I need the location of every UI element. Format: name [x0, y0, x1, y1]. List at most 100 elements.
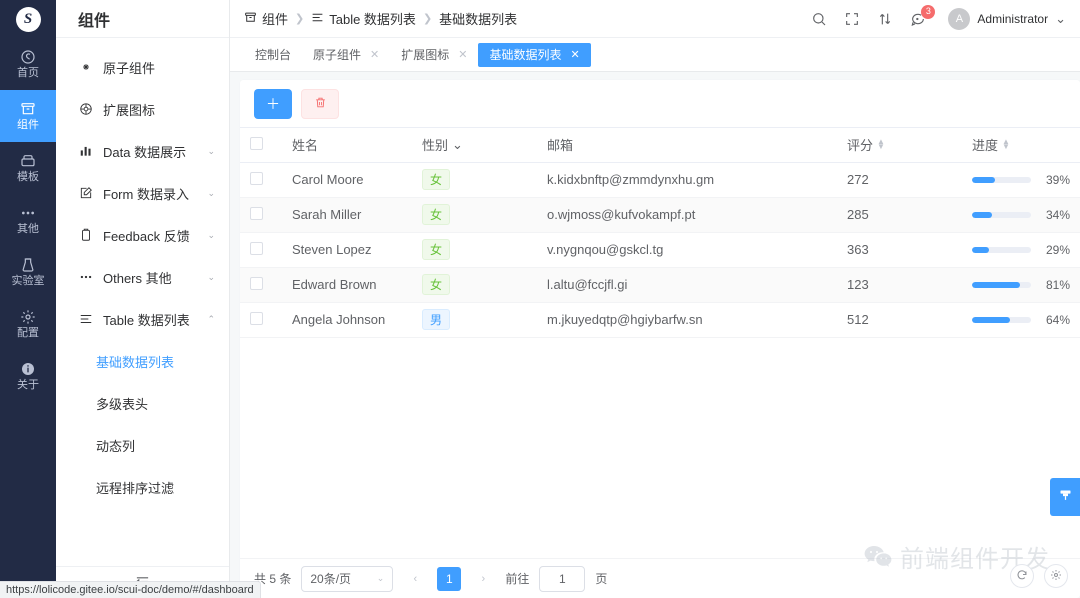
- select-all-checkbox[interactable]: [250, 136, 263, 150]
- settings-button[interactable]: [1044, 564, 1068, 588]
- row-checkbox[interactable]: [250, 311, 263, 325]
- trash-icon: [314, 96, 327, 112]
- sort-arrows-icon[interactable]: ▲ ▼: [1002, 137, 1010, 150]
- rail-item-lab[interactable]: 实验室: [0, 246, 56, 298]
- sidebar-item-data-display[interactable]: Data 数据展示 ⌄: [56, 130, 229, 172]
- lab-icon: [20, 257, 36, 273]
- table-icon: [311, 11, 324, 27]
- app-root: S 首页 组件 模板 其他 实验室 配置 关于 组件 原子组件 扩展图标 Dat…: [0, 0, 1080, 598]
- sidebar-item-table-list[interactable]: Table 数据列表 ⌃: [56, 298, 229, 340]
- rail-item-about[interactable]: 关于: [0, 350, 56, 402]
- row-select-cell: [240, 232, 282, 268]
- rail-item-settings[interactable]: 配置: [0, 298, 56, 350]
- main-area: 组件 ❯ Table 数据列表 ❯ 基础数据列表 3 A Administrat…: [230, 0, 1080, 598]
- row-checkbox[interactable]: [250, 171, 263, 185]
- cell-name: Sarah Miller: [282, 197, 412, 233]
- cell-gender: 女: [412, 162, 537, 198]
- close-icon[interactable]: ✕: [458, 48, 467, 61]
- table-row[interactable]: Carol Moore 女 k.kidxbnftp@zmmdynxhu.gm 2…: [240, 162, 1080, 198]
- sidebar-item-label: Form 数据录入: [103, 186, 189, 202]
- cell-gender: 男: [412, 302, 537, 338]
- sidebar-subitem-dynamic-columns[interactable]: 动态列: [56, 424, 229, 466]
- sidebar-item-feedback[interactable]: Feedback 反馈 ⌄: [56, 214, 229, 256]
- message-badge: 3: [921, 4, 936, 19]
- icon-rail: S 首页 组件 模板 其他 实验室 配置 关于: [0, 0, 56, 598]
- sidebar-item-atom-components[interactable]: 原子组件: [56, 46, 229, 88]
- theme-drawer-button[interactable]: [1050, 478, 1080, 516]
- next-page-button[interactable]: ›: [471, 566, 496, 591]
- cell-progress: 39%: [962, 162, 1080, 198]
- tab-console[interactable]: 控制台: [244, 43, 302, 67]
- table-row[interactable]: Steven Lopez 女 v.nygnqou@gskcl.tg 363 29…: [240, 232, 1080, 268]
- filter-chevron-down-icon[interactable]: ⌄: [452, 137, 463, 153]
- table-row[interactable]: Angela Johnson 男 m.jkuyedqtp@hgiybarfw.s…: [240, 302, 1080, 338]
- table-toolbar: ＋: [240, 80, 1080, 128]
- sidebar-subitem-multi-header[interactable]: 多级表头: [56, 382, 229, 424]
- breadcrumb-item-table-list[interactable]: Table 数据列表: [311, 9, 416, 28]
- tab-extension-icons[interactable]: 扩展图标 ✕: [390, 43, 478, 67]
- close-icon[interactable]: ✕: [370, 48, 379, 61]
- table-row[interactable]: Edward Brown 女 l.altu@fccjfl.gi 123 81%: [240, 267, 1080, 303]
- tab-label: 原子组件: [313, 48, 362, 62]
- rail-item-template[interactable]: 模板: [0, 142, 56, 194]
- page-number-1[interactable]: 1: [437, 566, 462, 591]
- cell-score: 285: [837, 197, 962, 233]
- row-checkbox[interactable]: [250, 206, 263, 220]
- cell-name: Carol Moore: [282, 162, 412, 198]
- header-cell-email[interactable]: 邮箱: [537, 128, 837, 163]
- progress-label: 81%: [1045, 277, 1070, 292]
- header-cell-name[interactable]: 姓名: [282, 128, 412, 163]
- avatar: A: [948, 7, 971, 30]
- progress-fill: [972, 176, 995, 183]
- user-menu[interactable]: A Administrator ⌄: [948, 7, 1066, 30]
- prev-page-button[interactable]: ‹: [403, 566, 428, 591]
- app-logo[interactable]: S: [0, 0, 56, 38]
- refresh-button[interactable]: [1010, 564, 1034, 588]
- header-cell-progress[interactable]: 进度 ▲ ▼: [962, 128, 1080, 163]
- row-checkbox[interactable]: [250, 276, 263, 290]
- feedback-icon: [78, 228, 94, 242]
- sidebar-subitem-basic-table[interactable]: 基础数据列表: [56, 340, 229, 382]
- column-label: 邮箱: [547, 138, 574, 154]
- search-icon[interactable]: [811, 11, 827, 27]
- status-bar-url: https://lolicode.gitee.io/scui-doc/demo/…: [0, 581, 261, 598]
- page-size-select[interactable]: 20条/页 ⌄: [301, 565, 394, 592]
- close-icon[interactable]: ✕: [571, 48, 580, 61]
- row-checkbox[interactable]: [250, 241, 263, 255]
- tab-atom-components[interactable]: 原子组件 ✕: [302, 43, 390, 67]
- add-button[interactable]: ＋: [254, 88, 292, 119]
- content-area: ＋ 姓名 性别 ⌄ 邮箱 评分 ▲ ▼ 进度 ▲ ▼ Carol Moore 女…: [230, 72, 1080, 598]
- refresh-icon: [1016, 569, 1028, 584]
- chevron-down-icon: ⌄: [1055, 10, 1066, 26]
- tab-basic-table[interactable]: 基础数据列表 ✕: [478, 42, 591, 67]
- header-cell-score[interactable]: 评分 ▲ ▼: [837, 128, 962, 163]
- header-cell-gender[interactable]: 性别 ⌄: [412, 128, 537, 163]
- message-icon[interactable]: 3: [910, 4, 936, 27]
- row-select-cell: [240, 302, 282, 338]
- rail-item-label: 配置: [17, 327, 39, 339]
- breadcrumb-item-components[interactable]: 组件: [244, 9, 288, 28]
- sidebar-item-extension-icons[interactable]: 扩展图标: [56, 88, 229, 130]
- sidebar-item-others[interactable]: Others 其他 ⌄: [56, 256, 229, 298]
- rail-item-components[interactable]: 组件: [0, 90, 56, 142]
- cell-name: Angela Johnson: [282, 302, 412, 338]
- cell-score: 512: [837, 302, 962, 338]
- cell-progress: 29%: [962, 232, 1080, 268]
- rail-item-home[interactable]: 首页: [0, 38, 56, 90]
- sort-arrows-icon[interactable]: ▲ ▼: [877, 137, 885, 150]
- cell-score: 363: [837, 232, 962, 268]
- progress-fill: [972, 316, 1010, 323]
- status-badge: 女: [422, 274, 451, 295]
- table-row[interactable]: Sarah Miller 女 o.wjmoss@kufvokampf.pt 28…: [240, 197, 1080, 233]
- sidebar-item-form-input[interactable]: Form 数据录入 ⌄: [56, 172, 229, 214]
- delete-button[interactable]: [301, 88, 339, 119]
- sidebar-subitem-remote-sort-filter[interactable]: 远程排序过滤: [56, 466, 229, 508]
- rail-item-others[interactable]: 其他: [0, 194, 56, 246]
- rail-item-label: 其他: [17, 223, 39, 235]
- column-label: 评分: [847, 138, 874, 154]
- fullscreen-icon[interactable]: [844, 11, 860, 27]
- sort-arrows-icon[interactable]: [877, 11, 893, 27]
- tab-bar: 控制台 原子组件 ✕ 扩展图标 ✕ 基础数据列表 ✕: [230, 38, 1080, 72]
- page-jump-input[interactable]: [539, 565, 586, 592]
- dots-icon: [78, 270, 94, 284]
